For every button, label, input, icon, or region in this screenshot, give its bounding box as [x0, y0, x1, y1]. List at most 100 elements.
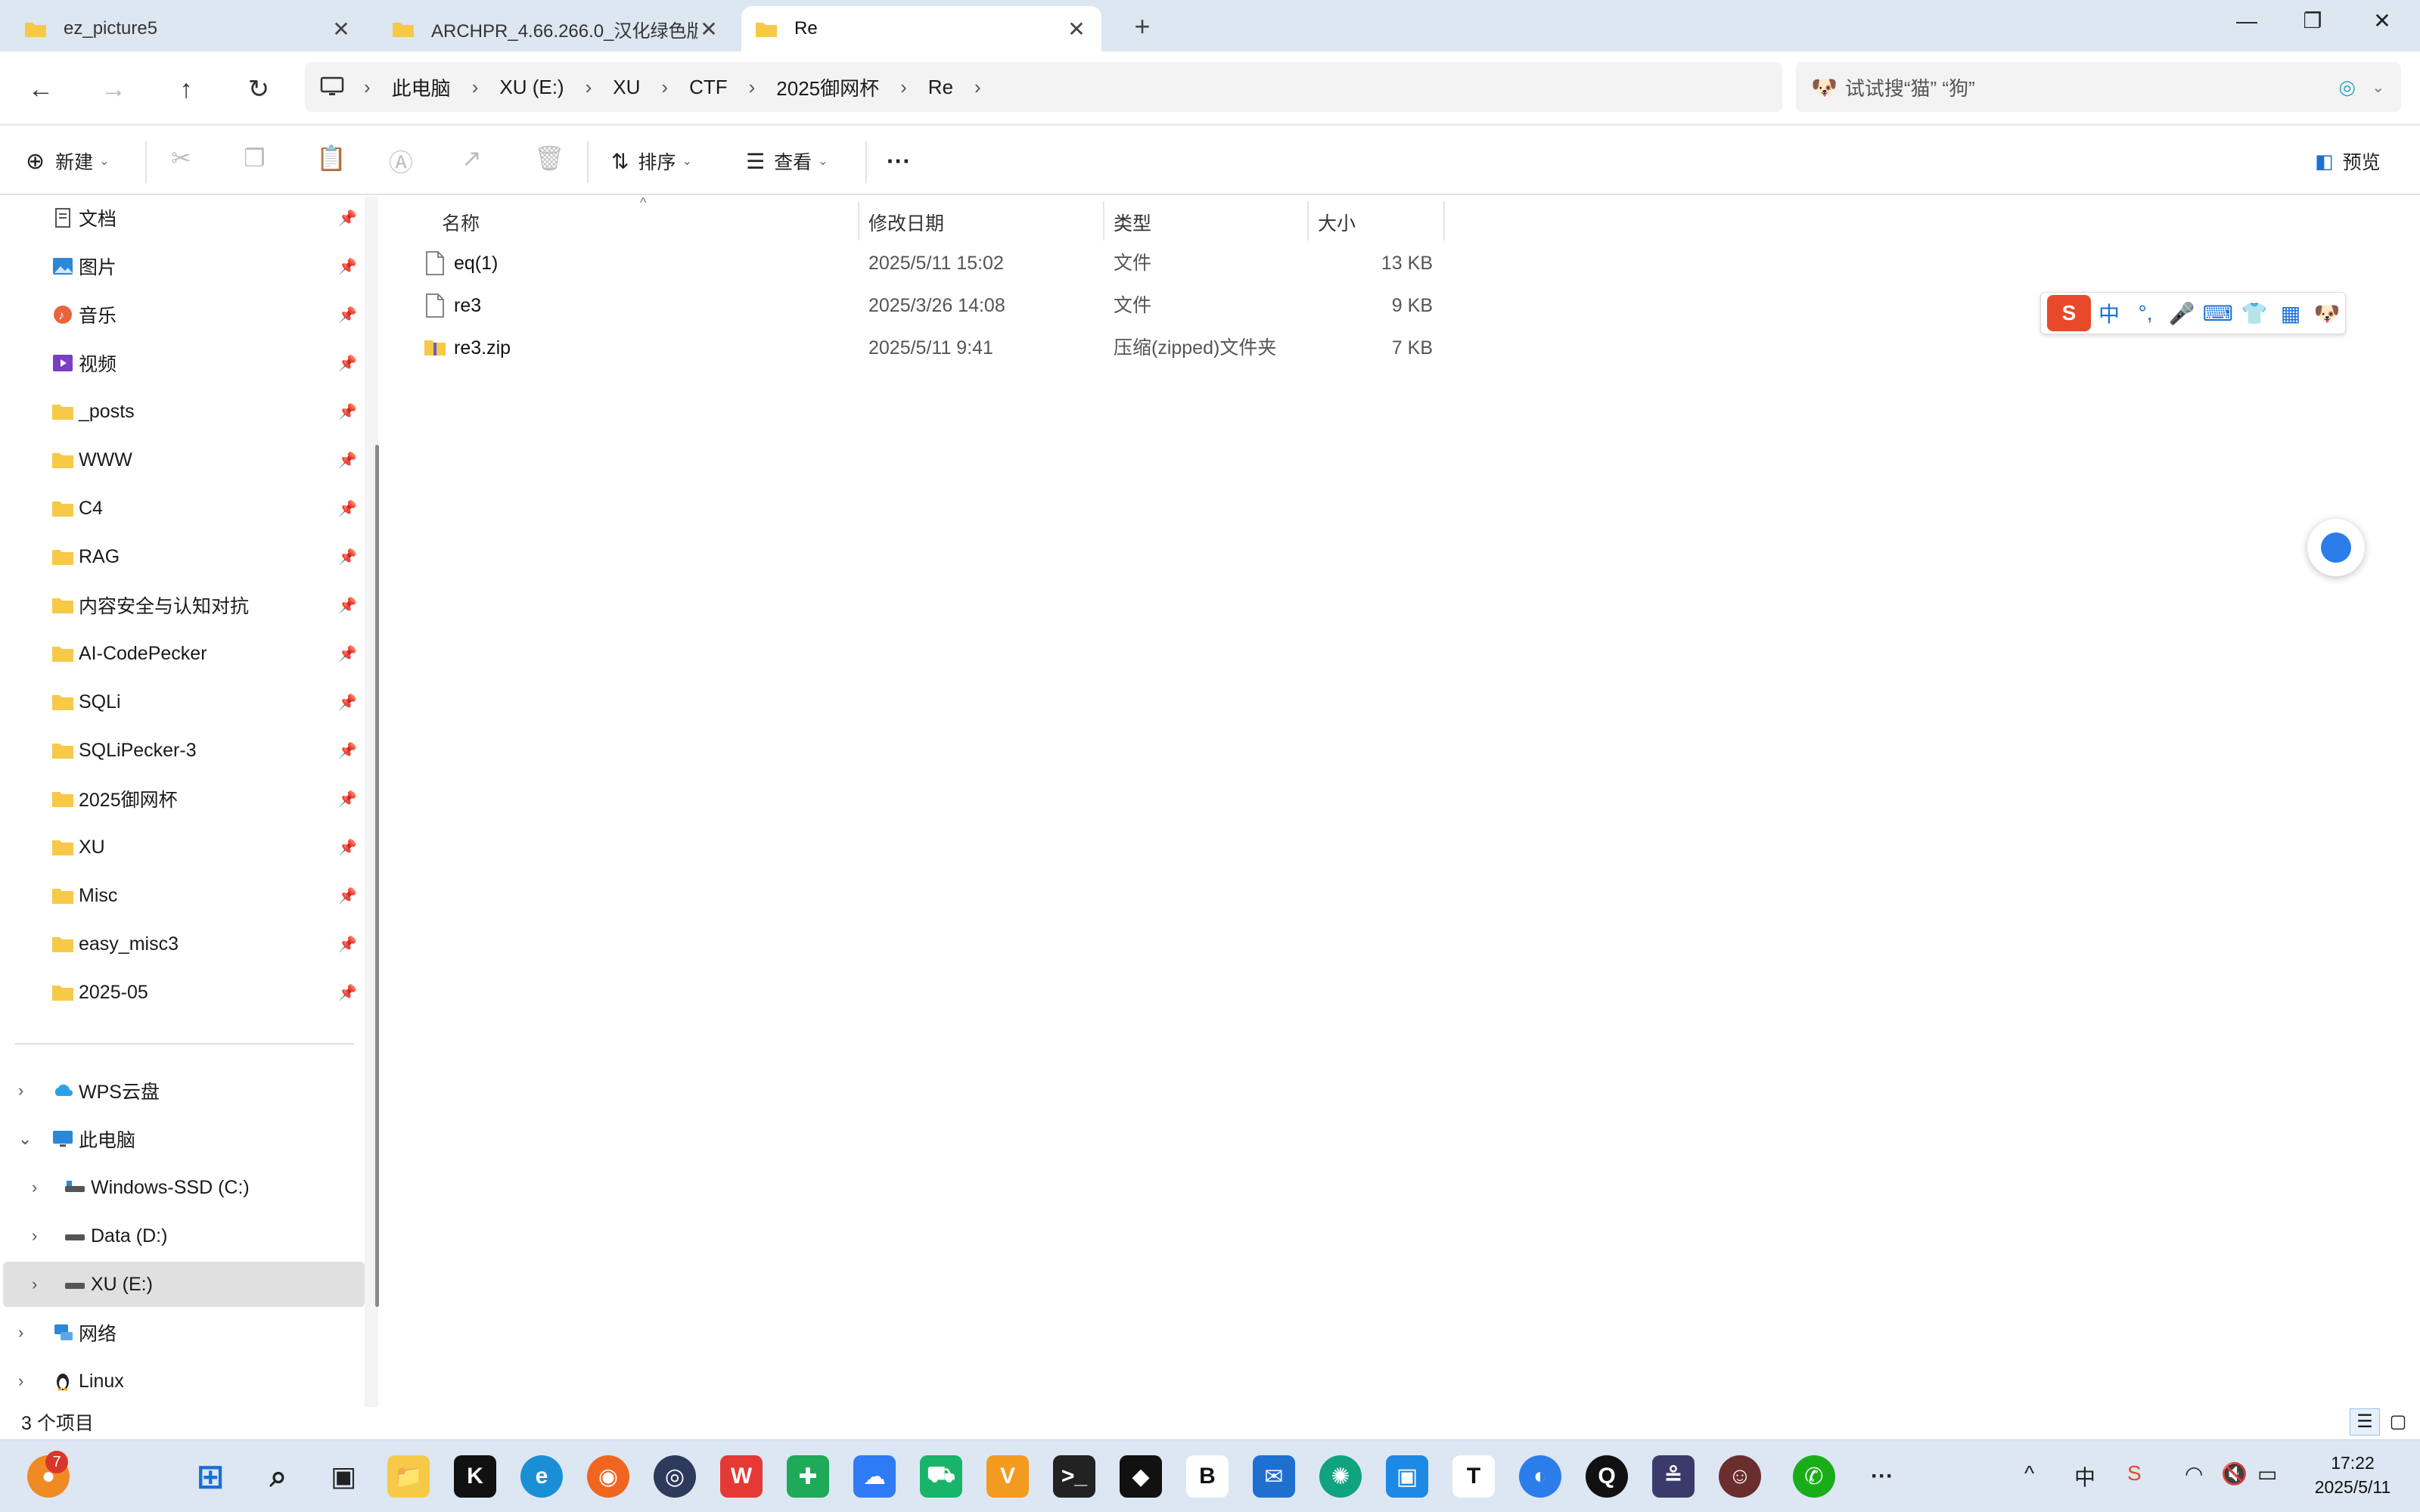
breadcrumb-separator[interactable]: › [364, 76, 371, 99]
sogou-logo-icon[interactable]: S [2047, 295, 2091, 331]
chatgpt-icon[interactable]: ✺ [1319, 1455, 1362, 1498]
share-icon[interactable]: ↗ [461, 144, 482, 172]
ime-language-toggle[interactable]: 中 [2091, 298, 2127, 328]
column-header-name[interactable]: 名称 [442, 203, 480, 242]
breadcrumb-ctf[interactable]: CTF [689, 76, 728, 99]
file-row-eq1[interactable]: eq(1) 2025/5/11 15:02 文件 13 KB [422, 242, 1481, 284]
breadcrumb-drive-e[interactable]: XU (E:) [499, 76, 564, 99]
column-divider[interactable] [858, 201, 859, 241]
close-window-button[interactable]: ✕ [2348, 3, 2416, 39]
app-icon[interactable]: ◎ [654, 1455, 696, 1498]
view-button[interactable]: ☰ 查看 ⌄ [746, 142, 828, 180]
sidebar-item-network[interactable]: › 网络 [0, 1310, 365, 1355]
sidebar-item-2025-05[interactable]: 2025-05 📌 [0, 970, 365, 1015]
sidebar-item-drive-e[interactable]: › XU (E:) [3, 1262, 365, 1307]
show-hidden-icons[interactable]: ^ [2024, 1461, 2034, 1486]
column-header-size[interactable]: 大小 [1318, 203, 1356, 242]
file-explorer-icon[interactable]: 📁 [387, 1455, 430, 1498]
close-tab-icon[interactable]: ✕ [697, 17, 720, 42]
sidebar-item-www[interactable]: WWW 📌 [0, 437, 365, 483]
microphone-icon[interactable]: 🎤 [2164, 301, 2200, 326]
cloud-drive-icon[interactable]: ☁ [853, 1455, 896, 1498]
breadcrumb-xu[interactable]: XU [613, 76, 640, 99]
typora-icon[interactable]: T [1452, 1455, 1495, 1498]
wps-icon[interactable]: W [720, 1455, 763, 1498]
column-divider[interactable] [1443, 201, 1445, 241]
vmware-icon[interactable]: ▣ [1386, 1455, 1428, 1498]
ime-toolbar[interactable]: S 中 °, 🎤 ⌨ 👕 ▦ 🐶 [2040, 292, 2346, 334]
volume-muted-icon[interactable]: 🔇 [2221, 1461, 2248, 1486]
task-view-icon[interactable]: ▣ [322, 1455, 365, 1498]
tab-archpr[interactable]: ARCHPR_4.66.266.0_汉化绿色版 ✕ [378, 6, 734, 51]
toolbox-icon[interactable]: ▦ [2272, 301, 2309, 326]
chevron-right-icon[interactable]: › [18, 1371, 23, 1391]
sort-button[interactable]: ⇅ 排序 ⌄ [611, 142, 692, 180]
keyboard-icon[interactable]: ⌨ [2200, 301, 2236, 326]
breadcrumb-separator[interactable]: › [974, 76, 981, 99]
clock[interactable]: 17:22 2025/5/11 [2300, 1451, 2406, 1499]
breadcrumb-separator[interactable]: › [661, 76, 668, 99]
sidebar-item-posts[interactable]: _posts 📌 [0, 389, 365, 434]
file-row-re3[interactable]: re3 2025/3/26 14:08 文件 9 KB [422, 284, 1481, 327]
search-icon[interactable]: ⌕ [257, 1455, 300, 1498]
sidebar-item-sqli[interactable]: SQLi 📌 [0, 679, 365, 725]
ai-search-icon[interactable]: ◎ [2338, 76, 2356, 99]
minimize-button[interactable]: — [2213, 3, 2281, 39]
sidebar-item-music[interactable]: ♪ 音乐 📌 [0, 292, 365, 337]
qq-icon[interactable]: Q [1586, 1455, 1628, 1498]
chevron-right-icon[interactable]: › [18, 1081, 23, 1101]
delete-icon[interactable]: 🗑 [534, 144, 565, 172]
sidebar-item-drive-c[interactable]: › Windows-SSD (C:) [0, 1165, 365, 1210]
burp-icon[interactable]: ◆ [1120, 1455, 1162, 1498]
terminal-icon[interactable]: >_ [1053, 1455, 1095, 1498]
input-method-icon[interactable]: 中 [2074, 1461, 2095, 1492]
sogou-tray-icon[interactable]: S [2127, 1461, 2142, 1486]
new-tab-button[interactable]: + [1124, 9, 1160, 45]
close-tab-icon[interactable]: ✕ [1065, 17, 1088, 42]
back-button[interactable]: ← [20, 68, 62, 110]
column-header-date[interactable]: 修改日期 [868, 203, 944, 242]
kaggle-icon[interactable]: K [454, 1455, 496, 1498]
spreadsheet-icon[interactable]: ✚ [787, 1455, 829, 1498]
file-row-re3-zip[interactable]: re3.zip 2025/5/11 9:41 压缩(zipped)文件夹 7 K… [422, 327, 1481, 369]
chevron-right-icon[interactable]: › [32, 1178, 37, 1197]
tiles-view-button[interactable]: ▢ [2383, 1408, 2413, 1436]
sidebar-item-c4[interactable]: C4 📌 [0, 486, 365, 531]
sidebar-item-ai-codepecker[interactable]: AI-CodePecker 📌 [0, 631, 365, 676]
firefox-icon[interactable]: ◉ [587, 1455, 629, 1498]
up-button[interactable]: ↑ [165, 68, 207, 110]
avatar-app-icon[interactable]: ☺ [1719, 1455, 1761, 1498]
close-tab-icon[interactable]: ✕ [330, 17, 353, 42]
skin-icon[interactable]: 👕 [2236, 301, 2272, 326]
wifi-icon[interactable]: ◠ [2185, 1461, 2203, 1486]
column-divider[interactable] [1103, 201, 1104, 241]
preview-button[interactable]: ◧ 预览 [2315, 142, 2381, 180]
maximize-button[interactable]: ❐ [2279, 3, 2347, 39]
breadcrumb[interactable]: › 此电脑 › XU (E:) › XU › CTF › 2025御网杯 › R… [305, 62, 1782, 112]
sidebar-item-wps-cloud[interactable]: › WPS云盘 [0, 1068, 365, 1113]
column-header-type[interactable]: 类型 [1114, 203, 1151, 242]
sidebar-item-videos[interactable]: 视频 📌 [0, 340, 365, 386]
breadcrumb-separator[interactable]: › [586, 76, 592, 99]
shopping-icon[interactable]: ⛟ [920, 1455, 962, 1498]
chevron-right-icon[interactable]: › [32, 1274, 37, 1294]
rename-icon[interactable]: Ⓐ [389, 144, 413, 179]
sidebar-item-easy-misc3[interactable]: easy_misc3 📌 [0, 921, 365, 967]
forward-button[interactable]: → [92, 68, 135, 110]
sidebar-item-content-security[interactable]: 内容安全与认知对抗 📌 [0, 582, 365, 628]
breadcrumb-separator[interactable]: › [472, 76, 479, 99]
cut-icon[interactable]: ✂ [171, 144, 191, 172]
details-view-button[interactable]: ☰ [2350, 1408, 2380, 1436]
copy-icon[interactable]: ❐ [244, 144, 266, 172]
sidebar-scrollbar-thumb[interactable] [375, 445, 379, 1307]
sidebar-item-this-pc[interactable]: ⌄ 此电脑 [0, 1116, 365, 1162]
mascot-icon[interactable]: 🐶 [2309, 301, 2345, 326]
breadcrumb-separator[interactable]: › [900, 76, 907, 99]
mail-icon[interactable]: ✉ [1253, 1455, 1295, 1498]
punctuation-icon[interactable]: °, [2127, 301, 2164, 325]
breadcrumb-this-pc[interactable]: 此电脑 [392, 73, 451, 101]
start-icon[interactable]: ⊞ [189, 1455, 231, 1498]
sidebar-item-2025-yuwangbei[interactable]: 2025御网杯 📌 [0, 776, 365, 821]
sidebar-item-xu[interactable]: XU 📌 [0, 824, 365, 870]
bd-app-icon[interactable]: B [1186, 1455, 1229, 1498]
